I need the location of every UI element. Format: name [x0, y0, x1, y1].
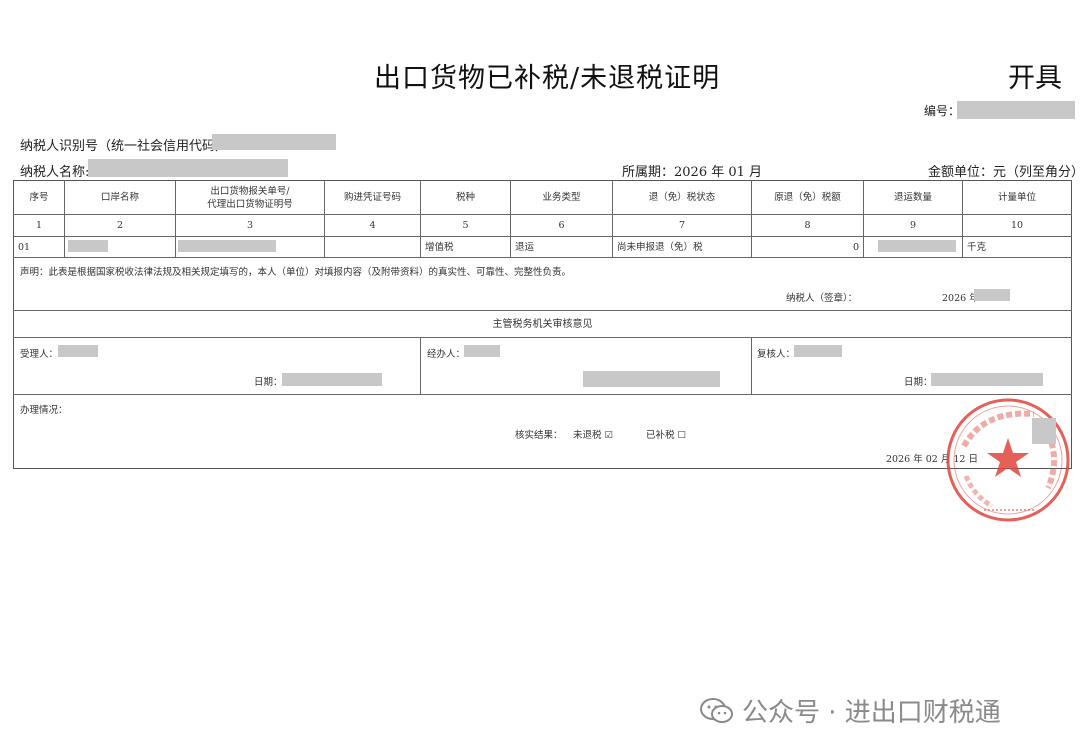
- taxpayer-name-redaction: [88, 159, 288, 177]
- col-num-8: 8: [804, 220, 811, 231]
- checkbox-checked-icon: ☑: [604, 430, 614, 441]
- option-unrefunded-label: 未退税: [573, 430, 602, 441]
- col-num-4: 4: [369, 220, 376, 231]
- col-num-1: 1: [35, 220, 43, 231]
- review-heading: 主管税务机关审核意见: [492, 318, 593, 330]
- header-refund-status: 退（免）税状态: [648, 192, 716, 203]
- watermark-text: 公众号 · 进出口财税通: [742, 698, 1001, 728]
- amount-unit-label: 金额单位：元（列至角分）: [928, 165, 1080, 180]
- header-purchase-voucher: 购进凭证号码: [343, 192, 401, 203]
- col-num-9: 9: [909, 220, 917, 231]
- taxpayer-name-label: 纳税人名称:: [20, 165, 90, 180]
- checkbox-empty-icon: ☐: [677, 430, 687, 441]
- handler-label: 经办人：: [427, 349, 466, 360]
- receiver-label: 受理人：: [20, 349, 59, 360]
- row-refund-status: 尚未申报退（免）税: [617, 241, 703, 253]
- option-unrefunded: 未退税 ☑: [573, 427, 613, 441]
- seal-redaction: [1032, 418, 1056, 444]
- receiver-date-label: 日期：: [254, 377, 283, 388]
- handler-redaction: [464, 345, 500, 357]
- sign-date-redaction: [974, 289, 1010, 301]
- option-supplemented-label: 已补税: [646, 430, 675, 441]
- wechat-watermark: 公众号 · 进出口财税通: [700, 692, 1001, 729]
- option-supplemented: 已补税 ☐: [646, 427, 686, 441]
- header-tax-type: 税种: [455, 192, 475, 203]
- declaration-redaction: [178, 240, 276, 252]
- row-original-amount: 0: [852, 241, 859, 253]
- port-redaction: [68, 240, 108, 252]
- taxpayer-id-redaction: [212, 134, 336, 150]
- declaration-text: 声明：此表是根据国家税收法律法规及相关规定填写的，本人（单位）对填报内容（及附带…: [20, 267, 572, 278]
- reviewer-label: 复核人：: [757, 349, 796, 360]
- col-num-2: 2: [116, 220, 124, 231]
- taxpayer-id-label: 纳税人识别号（统一社会信用代码）：: [20, 139, 235, 154]
- header-declaration-no-line2: 代理出口货物证明号: [207, 198, 293, 210]
- receiver-date-redaction: [282, 373, 382, 386]
- col-num-7: 7: [678, 220, 686, 231]
- col-num-5: 5: [462, 220, 469, 231]
- header-seq: 序号: [29, 192, 49, 203]
- signer-label: 纳税人（签章）：: [786, 293, 858, 304]
- row-seq: 01: [18, 241, 31, 253]
- issue-label: 开具: [1008, 63, 1062, 94]
- row-unit: 千克: [967, 241, 987, 253]
- col-num-6: 6: [558, 220, 565, 231]
- official-seal-icon: [946, 398, 1070, 522]
- reviewer-redaction: [794, 345, 842, 357]
- handler-seal-redaction: [583, 371, 720, 387]
- row-tax-type: 增值税: [425, 241, 454, 253]
- row-business-type: 退运: [515, 241, 535, 253]
- header-unit: 计量单位: [997, 192, 1036, 203]
- header-original-amount: 原退（免）税额: [774, 192, 841, 203]
- number-label: 编号：: [924, 104, 961, 118]
- number-redaction: [957, 101, 1075, 119]
- processing-label: 办理情况：: [20, 405, 68, 416]
- reviewer-date-redaction: [931, 373, 1043, 386]
- header-port: 口岸名称: [100, 192, 139, 203]
- result-label: 核实结果：: [515, 430, 563, 441]
- header-business-type: 业务类型: [542, 192, 581, 203]
- col-num-10: 10: [1010, 220, 1024, 231]
- receiver-redaction: [58, 345, 98, 357]
- document-title: 出口货物已补税/未退税证明: [374, 63, 721, 94]
- period-label: 所属期：2026 年 01 月: [622, 165, 763, 180]
- quantity-redaction: [878, 240, 956, 252]
- wechat-icon: [700, 697, 733, 723]
- header-return-quantity: 退运数量: [893, 192, 932, 203]
- header-declaration-no: 出口货物报关单号/ 代理出口货物证明号: [176, 181, 324, 214]
- reviewer-date-label: 日期：: [904, 377, 933, 388]
- col-num-3: 3: [246, 220, 254, 231]
- header-declaration-no-line1: 出口货物报关单号/: [210, 185, 290, 197]
